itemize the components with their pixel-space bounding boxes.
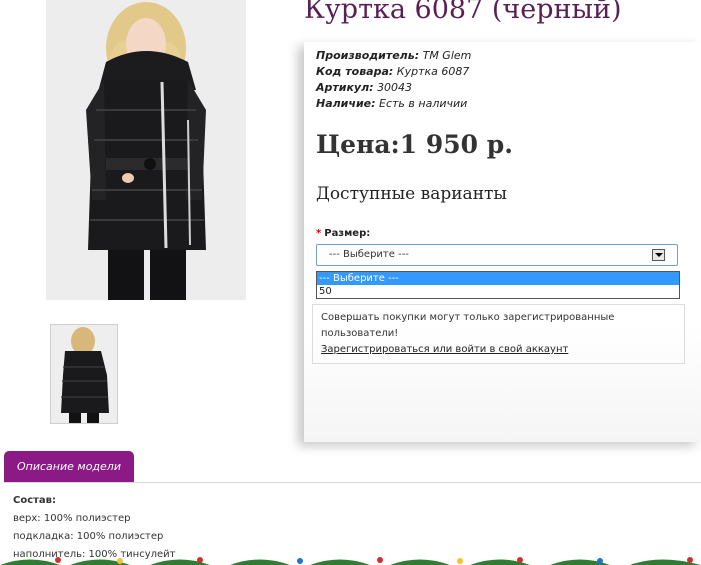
login-notice: Совершать покупки могут только зарегистр…: [312, 304, 685, 364]
size-select[interactable]: --- Выберите ---: [316, 244, 678, 266]
product-thumbnail[interactable]: [50, 324, 118, 424]
product-price: Цена:1 950 р.: [316, 130, 513, 159]
meta-code: Код товара: Куртка 6087: [316, 64, 471, 80]
composition-line: подкладка: 100% полиэстер: [13, 531, 164, 542]
meta-availability-value: Есть в наличии: [379, 97, 468, 110]
size-option[interactable]: --- Выберите ---: [317, 272, 679, 285]
meta-manufacturer: Производитель: TM Glem: [316, 48, 471, 64]
product-main-photo[interactable]: [46, 0, 246, 300]
meta-availability-label: Наличие:: [316, 97, 376, 110]
jacket-photo-icon: [46, 0, 246, 300]
meta-sku-value: 30043: [377, 81, 413, 94]
required-mark: *: [316, 228, 322, 239]
tab-description[interactable]: Описание модели: [4, 451, 134, 482]
product-meta: Производитель: TM Glem Код товара: Куртк…: [316, 48, 471, 112]
product-info-panel: Производитель: TM Glem Код товара: Куртк…: [304, 42, 701, 442]
product-title: Куртка 6087 (черный): [304, 0, 622, 25]
tab-divider: [4, 482, 701, 483]
size-option[interactable]: 50: [317, 285, 679, 298]
composition-line: верх: 100% полиэстер: [13, 513, 131, 524]
login-register-link[interactable]: Зарегистрироваться или войти в свой акка…: [321, 344, 568, 355]
meta-sku-label: Артикул:: [316, 81, 374, 94]
jacket-back-thumbnail-icon: [51, 325, 117, 423]
size-label: * Размер:: [316, 228, 370, 239]
meta-availability: Наличие: Есть в наличии: [316, 96, 471, 112]
meta-manufacturer-value[interactable]: TM Glem: [423, 49, 472, 62]
login-notice-text: Совершать покупки могут только зарегистр…: [321, 312, 615, 339]
size-dropdown-list[interactable]: --- Выберите --- 50: [316, 271, 680, 299]
meta-sku: Артикул: 30043: [316, 80, 471, 96]
chevron-down-icon[interactable]: [652, 249, 665, 261]
meta-code-label: Код товара:: [316, 65, 394, 78]
size-select-value: --- Выберите ---: [329, 249, 409, 260]
size-label-text: Размер:: [324, 228, 371, 239]
meta-code-value: Куртка 6087: [396, 65, 470, 78]
meta-manufacturer-label: Производитель:: [316, 49, 420, 62]
composition-heading: Состав:: [13, 495, 57, 506]
holiday-garland-icon: [0, 557, 701, 565]
variants-heading: Доступные варианты: [316, 184, 507, 204]
